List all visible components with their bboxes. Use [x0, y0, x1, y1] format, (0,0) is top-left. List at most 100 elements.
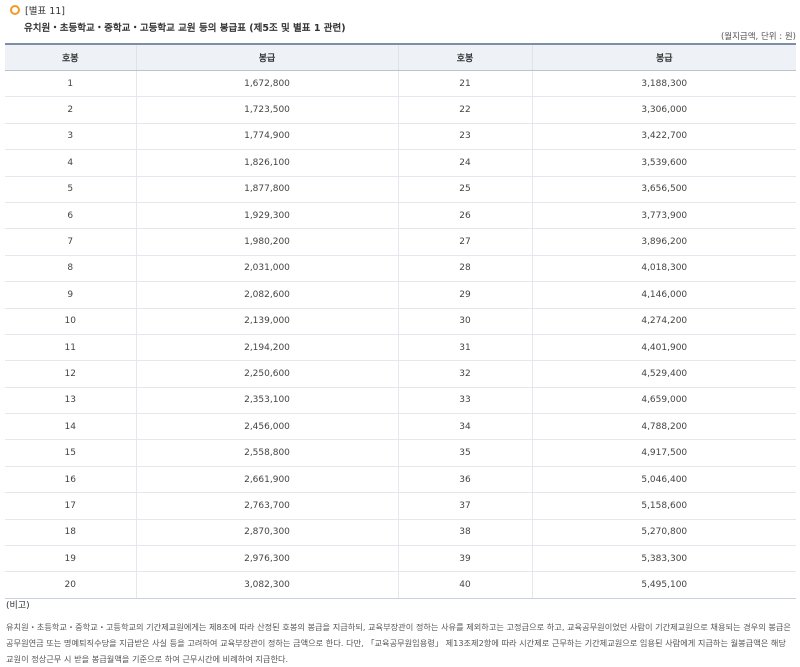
salary-cell: 4,401,900: [531, 334, 796, 362]
step-cell: 28: [397, 255, 532, 283]
step-cell: 20: [5, 571, 136, 599]
table-row: 5 1,877,800 25 3,656,500: [5, 176, 796, 203]
step-cell: 2: [5, 96, 136, 124]
salary-cell: 3,539,600: [531, 149, 796, 177]
step-cell: 37: [397, 492, 532, 520]
table-row: 17 2,763,700 37 5,158,600: [5, 492, 796, 520]
step-cell: 26: [397, 202, 532, 230]
salary-cell: 2,082,600: [135, 281, 398, 309]
note-title: (비고): [6, 601, 30, 611]
step-cell: 15: [5, 439, 136, 467]
circle-bullet-icon: [10, 5, 20, 15]
step-cell: 30: [397, 308, 532, 335]
table-row: 11 2,194,200 31 4,401,900: [5, 334, 796, 362]
tag-line: [별표 11]: [10, 3, 346, 17]
salary-table-page: [별표 11] 유치원・초등학교・중학교・고등학교 교원 등의 봉급표 (제5조…: [0, 0, 800, 667]
table-row: 7 1,980,200 27 3,896,200: [5, 228, 796, 256]
step-cell: 5: [5, 176, 136, 203]
salary-cell: 2,870,300: [135, 519, 398, 547]
step-cell: 27: [397, 228, 532, 256]
salary-cell: 1,877,800: [135, 176, 398, 203]
column-header: 호봉: [5, 43, 136, 71]
step-cell: 13: [5, 387, 136, 415]
salary-cell: 1,980,200: [135, 228, 398, 256]
table-row: 15 2,558,800 35 4,917,500: [5, 439, 796, 467]
step-cell: 11: [5, 334, 136, 362]
step-cell: 9: [5, 281, 136, 309]
step-cell: 23: [397, 123, 532, 151]
step-cell: 21: [397, 70, 532, 98]
salary-cell: 4,274,200: [531, 308, 796, 335]
salary-cell: 2,194,200: [135, 334, 398, 362]
table-row: 13 2,353,100 33 4,659,000: [5, 387, 796, 415]
unit-label: (월지급액, 단위 : 원): [720, 32, 796, 42]
salary-cell: 3,082,300: [135, 571, 398, 599]
salary-cell: 2,976,300: [135, 545, 398, 573]
step-cell: 4: [5, 149, 136, 177]
salary-cell: 1,774,900: [135, 123, 398, 151]
table-row: 14 2,456,000 34 4,788,200: [5, 413, 796, 441]
table-body: 1 1,672,800 21 3,188,300 2 1,723,500 22 3,306,0…: [5, 70, 796, 599]
step-cell: 39: [397, 545, 532, 573]
salary-cell: 2,661,900: [135, 466, 398, 494]
step-cell: 40: [397, 571, 532, 599]
table-row: 19 2,976,300 39 5,383,300: [5, 545, 796, 573]
table-row: 10 2,139,000 30 4,274,200: [5, 308, 796, 335]
table-row: 16 2,661,900 36 5,046,400: [5, 466, 796, 494]
step-cell: 24: [397, 149, 532, 177]
step-cell: 34: [397, 413, 532, 441]
table-row: 4 1,826,100 24 3,539,600: [5, 149, 796, 177]
step-cell: 25: [397, 176, 532, 203]
table-header: [별표 11] 유치원・초등학교・중학교・고등학교 교원 등의 봉급표 (제5조…: [10, 3, 346, 34]
salary-cell: 4,788,200: [531, 413, 796, 441]
column-header: 봉급: [531, 43, 796, 71]
step-cell: 19: [5, 545, 136, 573]
step-cell: 18: [5, 519, 136, 547]
step-cell: 7: [5, 228, 136, 256]
salary-cell: 2,250,600: [135, 360, 398, 388]
salary-cell: 1,826,100: [135, 149, 398, 177]
step-cell: 10: [5, 308, 136, 335]
step-cell: 12: [5, 360, 136, 388]
step-cell: 8: [5, 255, 136, 283]
salary-cell: 2,353,100: [135, 387, 398, 415]
step-cell: 32: [397, 360, 532, 388]
step-cell: 6: [5, 202, 136, 230]
salary-cell: 4,917,500: [531, 439, 796, 467]
salary-cell: 4,659,000: [531, 387, 796, 415]
step-cell: 3: [5, 123, 136, 151]
salary-cell: 3,656,500: [531, 176, 796, 203]
table-row: 1 1,672,800 21 3,188,300: [5, 70, 796, 98]
salary-cell: 5,270,800: [531, 519, 796, 547]
salary-cell: 5,383,300: [531, 545, 796, 573]
salary-cell: 3,773,900: [531, 202, 796, 230]
salary-cell: 4,018,300: [531, 255, 796, 283]
page-title: 유치원・초등학교・중학교・고등학교 교원 등의 봉급표 (제5조 및 별표 1 …: [24, 23, 346, 34]
step-cell: 31: [397, 334, 532, 362]
salary-cell: 5,495,100: [531, 571, 796, 599]
column-header: 호봉: [397, 43, 532, 71]
table-row: 8 2,031,000 28 4,018,300: [5, 255, 796, 283]
column-header: 봉급: [135, 43, 398, 71]
salary-cell: 4,146,000: [531, 281, 796, 309]
table-row: 12 2,250,600 32 4,529,400: [5, 360, 796, 388]
step-cell: 17: [5, 492, 136, 520]
salary-cell: 3,896,200: [531, 228, 796, 256]
table-row: 3 1,774,900 23 3,422,700: [5, 123, 796, 151]
table-row: 2 1,723,500 22 3,306,000: [5, 96, 796, 124]
step-cell: 36: [397, 466, 532, 494]
step-cell: 14: [5, 413, 136, 441]
salary-cell: 2,456,000: [135, 413, 398, 441]
step-cell: 29: [397, 281, 532, 309]
step-cell: 1: [5, 70, 136, 98]
table-row: 9 2,082,600 29 4,146,000: [5, 281, 796, 309]
salary-cell: 1,929,300: [135, 202, 398, 230]
appendix-tag: [별표 11]: [25, 6, 66, 17]
salary-cell: 5,046,400: [531, 466, 796, 494]
salary-cell: 4,529,400: [531, 360, 796, 388]
table-row: 6 1,929,300 26 3,773,900: [5, 202, 796, 230]
table-row: 20 3,082,300 40 5,495,100: [5, 571, 796, 599]
salary-cell: 1,723,500: [135, 96, 398, 124]
note-text: 유치원・초등학교・중학교・고등학교의 기간제교원에게는 제8조에 따라 산정된 …: [6, 622, 791, 664]
salary-cell: 2,763,700: [135, 492, 398, 520]
